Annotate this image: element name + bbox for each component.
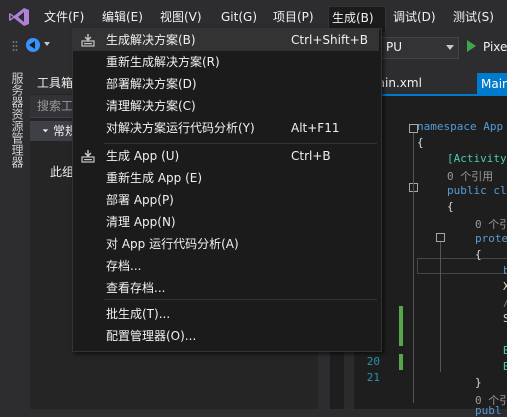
- toolbox-empty-message: 此组: [50, 165, 75, 179]
- menu-view[interactable]: 视图(V): [157, 7, 205, 27]
- build-menu-item[interactable]: 清理 App(N): [73, 211, 379, 233]
- fold-guide: [413, 133, 414, 403]
- code-line: {: [447, 200, 454, 213]
- run-target-label[interactable]: Pixe: [483, 37, 507, 57]
- build-menu-item[interactable]: 重新生成 App (E): [73, 167, 379, 189]
- menu-separator: [104, 299, 377, 300]
- code-line: S: [503, 312, 507, 325]
- build-menu-item-label: 重新生成解决方案(R): [106, 55, 220, 69]
- build-project-icon: [81, 150, 95, 163]
- code-line: [Activity: [447, 152, 507, 165]
- menu-git[interactable]: Git(G): [218, 7, 260, 27]
- build-menu-item-shortcut: Ctrl+Shift+B: [291, 33, 368, 47]
- navigate-back-icon[interactable]: [26, 38, 40, 52]
- build-menu-item[interactable]: 部署解决方案(D): [73, 73, 379, 95]
- code-line: B: [503, 360, 507, 373]
- build-menu-item-label: 对 App 运行代码分析(A): [106, 237, 239, 251]
- tab-main-label: Main: [481, 77, 507, 91]
- server-explorer-tab[interactable]: 服务器资源管理器: [7, 72, 24, 168]
- current-line-highlight: [417, 258, 507, 274]
- build-menu-item-label: 部署解决方案(D): [106, 77, 197, 91]
- build-menu-item-shortcut: Alt+F11: [291, 121, 340, 135]
- build-menu-item-label: 清理 App(N): [106, 215, 176, 229]
- fold-toggle-icon[interactable]: [436, 233, 445, 242]
- run-icon[interactable]: [467, 40, 476, 52]
- build-menu-item-shortcut: Ctrl+B: [291, 149, 331, 163]
- build-menu-item[interactable]: 清理解决方案(C): [73, 95, 379, 117]
- code-line: 0 个引: [475, 218, 507, 231]
- build-menu-item-label: 生成 App (U): [106, 149, 180, 163]
- build-menu-item-label: 存档...: [106, 259, 142, 273]
- code-line: namespace App: [417, 120, 504, 133]
- platform-select-value: PU: [386, 40, 403, 54]
- build-menu-item[interactable]: 查看存档...: [73, 277, 379, 299]
- code-line: X: [503, 280, 507, 293]
- build-menu-item-label: 清理解决方案(C): [106, 99, 196, 113]
- code-line: 0 个引用: [447, 170, 494, 183]
- build-menu-item[interactable]: 生成 App (U) Ctrl+B: [73, 145, 379, 167]
- chevron-down-icon[interactable]: [446, 45, 454, 50]
- code-line: B: [503, 344, 507, 357]
- code-line: publ: [475, 404, 502, 417]
- line-number: 20: [366, 355, 380, 368]
- visual-studio-logo-icon: [9, 8, 29, 26]
- build-menu-item-label: 重新生成 App (E): [106, 171, 203, 185]
- build-menu-item-label: 对解决方案运行代码分析(Y): [106, 121, 255, 135]
- code-line: {: [417, 136, 424, 149]
- code-line: public cl: [447, 184, 507, 197]
- code-line: b: [503, 264, 507, 277]
- menu-project[interactable]: 项目(P): [270, 7, 317, 27]
- build-solution-icon: [81, 34, 95, 47]
- code-line: /: [503, 296, 507, 309]
- build-menu-item[interactable]: 对 App 运行代码分析(A): [73, 233, 379, 255]
- build-menu-item-label: 查看存档...: [106, 281, 166, 295]
- menu-file[interactable]: 文件(F): [41, 7, 87, 27]
- menu-test[interactable]: 测试(S): [450, 7, 497, 27]
- toolbox-search-placeholder: 搜索工: [37, 99, 74, 113]
- toolbox-title: 工具箱: [37, 76, 74, 90]
- build-menu-item[interactable]: 生成解决方案(B) Ctrl+Shift+B: [73, 29, 379, 51]
- build-menu-item[interactable]: 批生成(T)...: [73, 303, 379, 325]
- build-menu-item[interactable]: 部署 App(P): [73, 189, 379, 211]
- build-menu-item[interactable]: 配置管理器(O)...: [73, 325, 379, 347]
- build-menu-item-label: 配置管理器(O)...: [106, 329, 197, 343]
- code-line: {: [475, 248, 482, 261]
- build-menu-item-label: 部署 App(P): [106, 193, 174, 207]
- menu-debug[interactable]: 调试(D): [390, 7, 439, 27]
- code-line: prote: [475, 232, 507, 245]
- build-menu-item-label: 批生成(T)...: [106, 307, 171, 321]
- line-number: 21: [366, 371, 380, 384]
- change-indicator: [399, 306, 403, 346]
- toolbar-grip-icon[interactable]: [12, 40, 18, 54]
- build-menu-item[interactable]: 对解决方案运行代码分析(Y) Alt+F11: [73, 117, 379, 139]
- menu-edit[interactable]: 编辑(E): [99, 7, 146, 27]
- build-menu-item-label: 生成解决方案(B): [106, 33, 196, 47]
- fold-guide: [440, 242, 441, 372]
- code-line: }: [475, 376, 482, 389]
- build-menu-item[interactable]: 存档...: [73, 255, 379, 277]
- build-menu-item[interactable]: 重新生成解决方案(R): [73, 51, 379, 73]
- menu-separator: [104, 143, 377, 144]
- change-indicator: [399, 354, 403, 370]
- chevron-down-icon[interactable]: [44, 42, 50, 46]
